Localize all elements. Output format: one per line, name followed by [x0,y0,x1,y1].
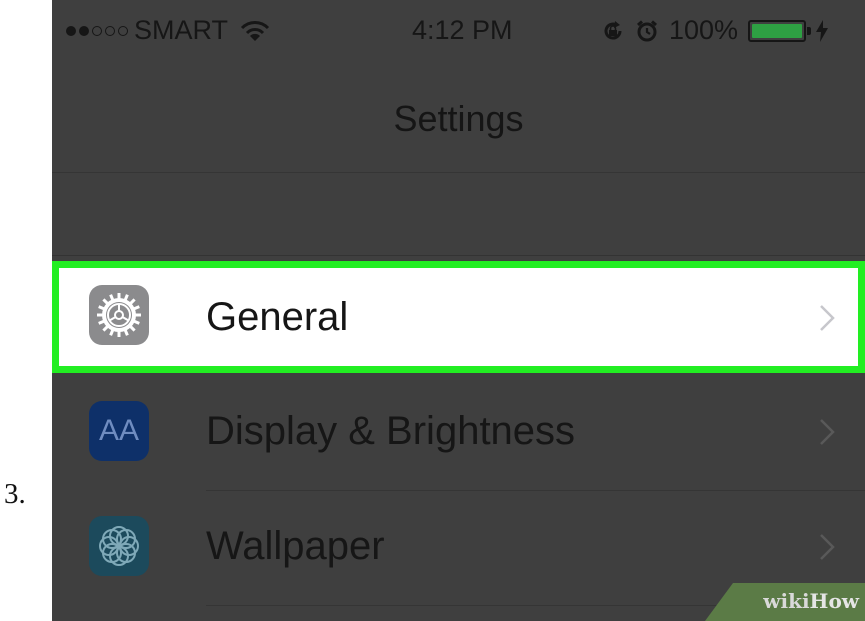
battery-percent: 100% [669,15,739,45]
settings-row-label: Wallpaper [206,524,385,568]
signal-strength-icon [66,25,128,36]
status-left: SMART [66,15,270,46]
section-divider [52,255,865,256]
settings-row-label: General [206,295,349,339]
wikihow-watermark: wikiHow [705,583,865,621]
page-title: Settings [393,98,524,139]
watermark-part-how: How [809,589,859,613]
status-bar: SMART 4:12 PM 100% [52,0,865,70]
settings-row-display-brightness[interactable]: AA Display & Brightness [52,375,865,487]
icon-letters: AA [98,414,140,447]
gear-icon [89,285,149,345]
alarm-icon [637,19,657,41]
charging-bolt-icon [816,19,829,42]
chevron-right-icon [820,419,835,445]
display-brightness-icon: AA [89,401,149,461]
settings-row-general[interactable]: General [52,261,865,373]
status-time: 4:12 PM [412,15,513,45]
wallpaper-flower-icon [89,516,149,576]
nav-divider [52,172,865,173]
watermark-part-wiki: wiki [763,589,810,613]
wifi-icon [240,20,270,41]
chevron-right-icon [820,305,835,331]
battery-icon [748,19,812,42]
battery-level-fill [752,23,803,38]
settings-row-label: Display & Brightness [206,409,576,453]
step-number: 3. [4,478,26,510]
phone-screen: SMART 4:12 PM 100% Settings General AA D… [52,0,865,621]
status-right: 100% [601,15,829,46]
carrier-name: SMART [134,15,229,45]
rotation-lock-icon [604,20,622,40]
chevron-right-icon [820,534,835,560]
